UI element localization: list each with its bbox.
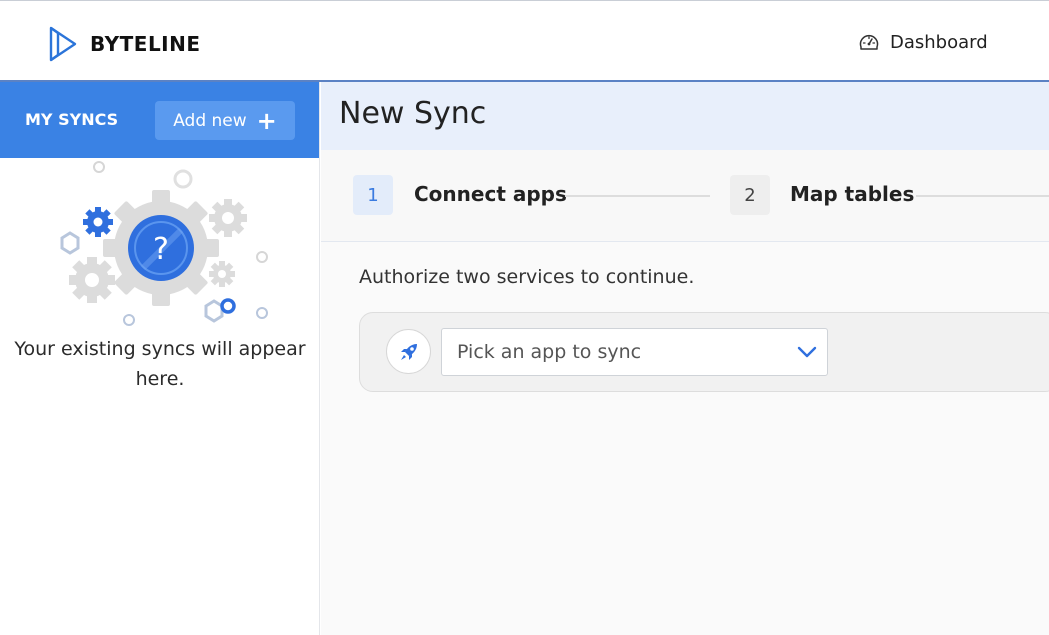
byteline-logo-icon — [49, 26, 77, 62]
chevron-down-icon — [797, 346, 817, 358]
app-select-dropdown[interactable]: Pick an app to sync — [441, 328, 828, 376]
sidebar-title: MY SYNCS — [25, 110, 119, 129]
svg-text:?: ? — [153, 232, 169, 267]
step-1-label: Connect apps — [414, 182, 567, 206]
dashboard-label: Dashboard — [890, 31, 988, 53]
brand-logo[interactable]: BYTELINE — [48, 25, 201, 63]
main-header: New Sync — [321, 82, 1049, 150]
app-picker-card: Pick an app to sync — [359, 312, 1049, 392]
dashboard-link[interactable]: Dashboard — [858, 31, 988, 53]
step-connector — [916, 195, 1049, 197]
step-1-number: 1 — [353, 175, 393, 215]
app-select-placeholder: Pick an app to sync — [457, 341, 642, 363]
page-title: New Sync — [339, 96, 487, 131]
app-icon-placeholder — [386, 329, 431, 374]
instructions-text: Authorize two services to continue. — [359, 266, 695, 288]
step-connector — [565, 195, 710, 197]
sidebar: MY SYNCS Add new + ? Your existing syncs… — [0, 82, 320, 635]
gears-question-icon: ? — [60, 161, 268, 326]
top-header: BYTELINE Dashboard — [0, 0, 1049, 82]
step-2-label: Map tables — [790, 182, 915, 206]
step-2-number: 2 — [730, 175, 770, 215]
main-content: New Sync 1 Connect apps 2 Map tables Aut… — [321, 82, 1049, 635]
stepper: 1 Connect apps 2 Map tables — [321, 150, 1049, 242]
add-new-label: Add new — [173, 110, 247, 131]
rocket-icon — [400, 343, 417, 360]
empty-syncs-message: Your existing syncs will appear here. — [14, 338, 306, 390]
brand-name: BYTELINE — [90, 32, 201, 56]
sidebar-header: MY SYNCS Add new + — [0, 82, 319, 158]
add-new-button[interactable]: Add new + — [155, 101, 295, 140]
speedometer-icon — [859, 34, 879, 50]
plus-icon: + — [256, 106, 277, 135]
